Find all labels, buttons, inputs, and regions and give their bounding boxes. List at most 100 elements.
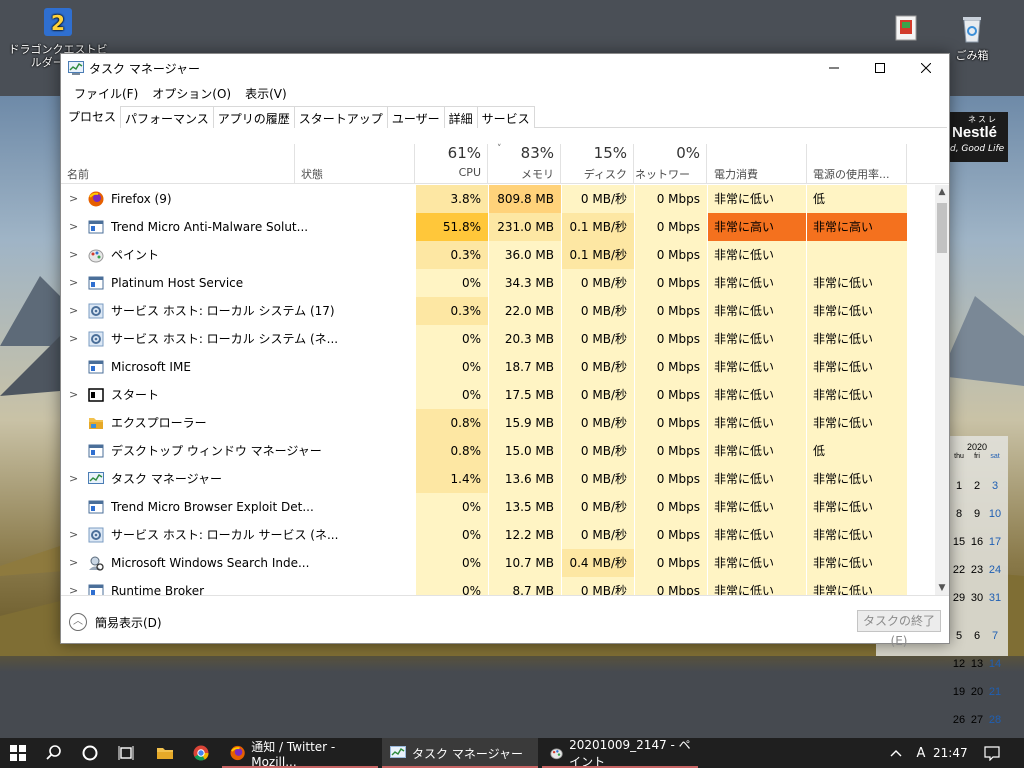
power-cell: 非常に低い: [708, 493, 806, 521]
chrome-taskbar-button[interactable]: [183, 738, 219, 768]
search-button[interactable]: [36, 738, 72, 768]
desktop-icon-recycle-bin[interactable]: ごみ箱: [948, 12, 996, 62]
tray-overflow-button[interactable]: [883, 738, 909, 768]
process-row[interactable]: > サービス ホスト: ローカル システム (ネ... 0% 20.3 MB 0 MB/…: [61, 325, 935, 353]
taskbar-task-paint[interactable]: 20201009_2147 - ペイント: [542, 738, 698, 768]
process-name: エクスプローラー: [111, 416, 207, 430]
maximize-button[interactable]: [857, 54, 903, 82]
end-task-button[interactable]: タスクの終了(E): [857, 610, 941, 648]
chevron-right-icon[interactable]: >: [69, 521, 79, 549]
process-row[interactable]: > スタート 0% 17.5 MB 0 MB/秒 0 Mbps 非常に低い 非常に低い: [61, 381, 935, 409]
menu-options[interactable]: オプション(O): [145, 82, 238, 104]
chevron-right-icon[interactable]: >: [69, 185, 79, 213]
process-name: サービス ホスト: ローカル サービス (ネ...: [111, 528, 339, 542]
tab-performance[interactable]: パフォーマンス: [120, 106, 214, 128]
column-disk[interactable]: 15% ディスク: [562, 144, 634, 184]
task-view-button[interactable]: [108, 738, 144, 768]
memory-cell: 36.0 MB: [489, 241, 561, 269]
process-row[interactable]: > Runtime Broker 0% 8.7 MB 0 MB/秒 0 Mbps 非常に低い…: [61, 577, 935, 595]
firefox-icon: [230, 745, 245, 761]
clock[interactable]: 21:47: [933, 746, 968, 760]
sort-chevron-icon: ˅: [497, 144, 502, 154]
column-power-trend[interactable]: 電源の使用率...: [807, 144, 907, 184]
chevron-right-icon[interactable]: >: [69, 577, 79, 595]
chevron-right-icon[interactable]: >: [69, 325, 79, 353]
process-row[interactable]: > ペイント 0.3% 36.0 MB 0.1 MB/秒 0 Mbps 非常に低い: [61, 241, 935, 269]
process-row[interactable]: > Microsoft Windows Search Inde... 0% 10.7 …: [61, 549, 935, 577]
service-icon: [88, 276, 104, 290]
taskbar-task-task-manager[interactable]: タスク マネージャー: [382, 738, 538, 768]
service-icon: [88, 500, 104, 514]
tab-services[interactable]: サービス: [476, 106, 535, 128]
process-row[interactable]: Microsoft IME 0% 18.7 MB 0 MB/秒 0 Mbps 非常に低い非…: [61, 353, 935, 381]
process-row[interactable]: デスクトップ ウィンドウ マネージャー 0.8% 15.0 MB 0 MB/秒 0 Mb…: [61, 437, 935, 465]
column-cpu[interactable]: 61% CPU: [416, 144, 488, 184]
fewer-details-link[interactable]: 簡易表示(D): [95, 614, 162, 631]
tab-processes[interactable]: プロセス: [63, 106, 122, 129]
cortana-button[interactable]: [72, 738, 108, 768]
process-row[interactable]: エクスプローラー 0.8% 15.9 MB 0 MB/秒 0 Mbps 非常に低い 非常に低…: [61, 409, 935, 437]
scroll-up-icon[interactable]: ▲: [935, 185, 949, 199]
notifications-button[interactable]: [974, 738, 1010, 768]
process-row[interactable]: Trend Micro Browser Exploit Det... 0% 13.5…: [61, 493, 935, 521]
process-row[interactable]: > タスク マネージャー 1.4% 13.6 MB 0 MB/秒 0 Mbps 非常に低い非…: [61, 465, 935, 493]
memory-cell: 13.5 MB: [489, 493, 561, 521]
process-row[interactable]: > サービス ホスト: ローカル サービス (ネ... 0% 12.2 MB 0 MB/…: [61, 521, 935, 549]
chevron-right-icon[interactable]: >: [69, 381, 79, 409]
taskbar-task-firefox[interactable]: 通知 / Twitter - Mozill...: [222, 738, 378, 768]
power-cell: 非常に低い: [708, 437, 806, 465]
process-row[interactable]: > Trend Micro Anti-Malware Solut... 51.8% 2…: [61, 213, 935, 241]
ime-mode-indicator[interactable]: A: [909, 738, 933, 768]
search-icon: [46, 745, 61, 760]
process-row[interactable]: > Firefox (9) 3.8% 809.8 MB 0 MB/秒 0 Mbps 非常に低…: [61, 185, 935, 213]
power-trend-cell: 非常に低い: [807, 577, 907, 595]
column-memory[interactable]: ˅ 83% メモリ: [489, 144, 561, 184]
service-icon: [88, 220, 104, 234]
tab-app-history[interactable]: アプリの履歴: [212, 106, 295, 128]
scroll-thumb[interactable]: [937, 203, 947, 253]
chevron-right-icon[interactable]: >: [69, 465, 79, 493]
service-icon: [88, 444, 104, 458]
process-name: サービス ホスト: ローカル システム (ネ...: [111, 332, 339, 346]
chevron-right-icon[interactable]: >: [69, 269, 79, 297]
tab-startup[interactable]: スタートアップ: [293, 106, 388, 128]
vertical-scrollbar[interactable]: ▲ ▼: [935, 185, 949, 595]
column-network[interactable]: 0% ネットワーク: [635, 144, 707, 197]
chevron-right-icon[interactable]: >: [69, 213, 79, 241]
explorer-taskbar-button[interactable]: [147, 738, 183, 768]
calendar-day: 8: [955, 508, 963, 520]
column-power[interactable]: 電力消費: [708, 144, 807, 184]
tab-details[interactable]: 詳細: [443, 106, 478, 128]
taskmgr-icon: [88, 472, 104, 484]
process-row[interactable]: > サービス ホスト: ローカル システム (17) 0.3% 22.0 MB 0 MB…: [61, 297, 935, 325]
memory-cell: 20.3 MB: [489, 325, 561, 353]
chevron-right-icon[interactable]: >: [69, 549, 79, 577]
minimize-button[interactable]: [811, 54, 857, 82]
power-cell: 非常に低い: [708, 269, 806, 297]
desktop-icon-app[interactable]: [886, 12, 926, 49]
network-cell: 0 Mbps: [635, 185, 707, 213]
process-row[interactable]: > Platinum Host Service 0% 34.3 MB 0 MB/秒 0 M…: [61, 269, 935, 297]
memory-cell: 809.8 MB: [489, 185, 561, 213]
chevron-up-icon[interactable]: ︿: [69, 613, 87, 631]
tab-users[interactable]: ユーザー: [386, 106, 445, 128]
network-cell: 0 Mbps: [635, 381, 707, 409]
power-trend-cell: 非常に低い: [807, 297, 907, 325]
close-button[interactable]: [903, 54, 949, 82]
title-bar[interactable]: タスク マネージャー: [61, 54, 949, 82]
process-name: Trend Micro Anti-Malware Solut...: [111, 220, 309, 234]
ad-brand: Nestlé: [952, 124, 998, 141]
memory-cell: 17.5 MB: [489, 381, 561, 409]
taskbar-task-label: 20201009_2147 - ペイント: [569, 738, 691, 768]
power-trend-cell: 低: [807, 185, 907, 213]
menu-file[interactable]: ファイル(F): [67, 82, 145, 104]
column-status[interactable]: 状態: [295, 144, 415, 184]
disk-cell: 0 MB/秒: [562, 325, 634, 353]
column-name[interactable]: 名前: [61, 144, 295, 184]
start-button[interactable]: [0, 738, 36, 768]
calendar-day: 21: [988, 686, 1002, 698]
chevron-right-icon[interactable]: >: [69, 297, 79, 325]
scroll-down-icon[interactable]: ▼: [935, 581, 949, 595]
menu-view[interactable]: 表示(V): [238, 82, 294, 104]
chevron-right-icon[interactable]: >: [69, 241, 79, 269]
